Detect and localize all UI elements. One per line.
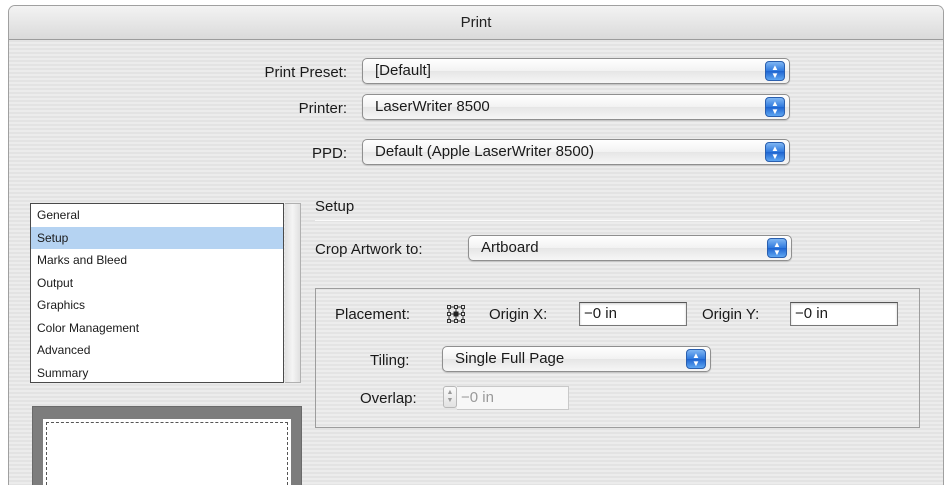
crop-artwork-popup[interactable]: Artboard ▲ ▼ [468,235,792,261]
origin-x-label: Origin X: [489,306,548,323]
tiling-value: Single Full Page [455,350,565,367]
print-preset-value: [Default] [375,62,431,79]
ppd-label: PPD: [311,145,347,162]
sidebar-item-marks-and-bleed[interactable]: Marks and Bleed [31,249,283,272]
placement-label: Placement: [335,306,411,323]
print-preset-label: Print Preset: [264,64,347,81]
printer-label: Printer: [298,100,347,117]
popup-arrows-icon: ▲ ▼ [765,142,785,162]
category-list[interactable]: General Setup Marks and Bleed Output Gra… [30,203,284,383]
placement-grid-icon[interactable] [446,304,466,324]
printer-popup[interactable]: LaserWriter 8500 ▲ ▼ [362,94,790,120]
crop-artwork-label: Crop Artwork to: [315,241,423,258]
ppd-popup[interactable]: Default (Apple LaserWriter 8500) ▲ ▼ [362,139,790,165]
tiling-label: Tiling: [370,352,410,369]
section-divider [315,220,920,221]
sidebar-item-setup[interactable]: Setup [31,226,283,249]
overlap-field: −0 in [457,386,569,410]
origin-x-field[interactable]: −0 in [579,302,687,326]
preview-page [43,419,291,485]
sidebar-item-summary[interactable]: Summary [31,362,283,385]
print-preset-popup[interactable]: [Default] ▲ ▼ [362,58,790,84]
popup-arrows-icon: ▲ ▼ [686,349,706,369]
sidebar-item-graphics[interactable]: Graphics [31,294,283,317]
list-scrollbar[interactable] [285,203,301,383]
print-dialog: Print Print Preset: [Default] ▲ ▼ Printer… [8,5,944,485]
tiling-popup[interactable]: Single Full Page ▲ ▼ [442,346,711,372]
sidebar-item-output[interactable]: Output [31,272,283,295]
sidebar-item-general[interactable]: General [31,204,283,227]
origin-y-label: Origin Y: [702,306,760,323]
crop-artwork-value: Artboard [481,239,539,256]
popup-arrows-icon: ▲ ▼ [767,238,787,258]
printer-value: LaserWriter 8500 [375,98,490,115]
window-title: Print [9,6,943,40]
ppd-value: Default (Apple LaserWriter 8500) [375,143,594,160]
print-preview [32,406,302,485]
overlap-stepper: ▲ ▼ [443,386,457,408]
popup-arrows-icon: ▲ ▼ [765,97,785,117]
popup-arrows-icon: ▲ ▼ [765,61,785,81]
origin-y-field[interactable]: −0 in [790,302,898,326]
preview-imageable-area [46,422,288,485]
sidebar-item-color-management[interactable]: Color Management [31,317,283,340]
overlap-label: Overlap: [360,390,417,407]
sidebar-item-advanced[interactable]: Advanced [31,339,283,362]
section-title: Setup [315,198,355,215]
